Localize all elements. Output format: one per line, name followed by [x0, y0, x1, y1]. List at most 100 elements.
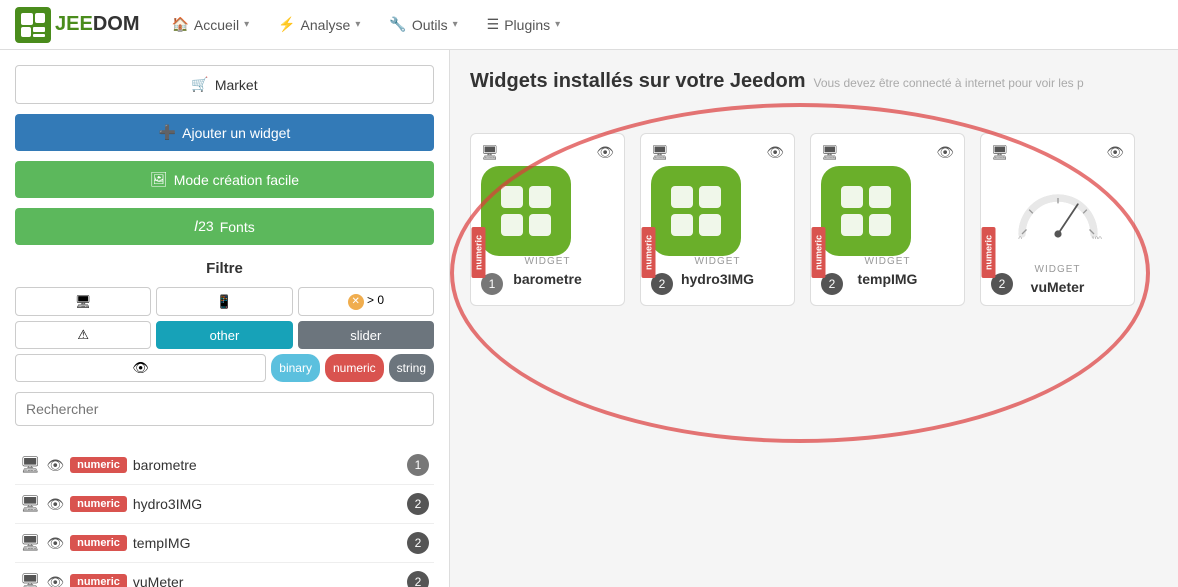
- count-badge: 1: [407, 454, 429, 476]
- main-content: Widgets installés sur votre Jeedom Vous …: [450, 50, 1178, 587]
- brand-logo[interactable]: JEEDOM: [15, 7, 139, 43]
- filter-mobile-button[interactable]: 📱: [156, 287, 292, 316]
- card-type-label: WIDGET: [821, 256, 954, 267]
- filter-monitor-button[interactable]: 🖥: [15, 287, 151, 316]
- numeric-badge: numeric: [642, 227, 656, 278]
- outils-icon: 🔧: [389, 16, 406, 33]
- plus-icon: ➕: [159, 124, 176, 141]
- nav-plugins[interactable]: ☰ Plugins ▾: [475, 8, 573, 41]
- widget-card-vumeter[interactable]: 🖥 👁 numeric: [980, 133, 1135, 306]
- widget-icon-green: [651, 166, 741, 256]
- mode-creation-button[interactable]: 🖼 Mode création facile: [15, 161, 434, 198]
- logo-icon: [15, 7, 51, 43]
- caret-icon: ▾: [453, 19, 458, 30]
- nav-accueil[interactable]: 🏠 Accueil ▾: [159, 8, 261, 41]
- eye-filter-icon: 👁: [132, 360, 149, 376]
- svg-text:100: 100: [1091, 236, 1102, 239]
- card-top-icons: 🖥 👁: [991, 144, 1124, 161]
- other-label: other: [210, 328, 240, 343]
- market-button[interactable]: 🛒 Market: [15, 65, 434, 104]
- widget-icon-green: [821, 166, 911, 256]
- card-monitor-icon: 🖥: [991, 144, 1009, 161]
- card-type-label: WIDGET: [651, 256, 784, 267]
- list-item: 🖥 👁 numeric tempIMG 2: [15, 524, 434, 563]
- filter-string-button[interactable]: string: [389, 354, 434, 382]
- brand-text: JEEDOM: [55, 13, 139, 36]
- card-eye-icon: 👁: [936, 144, 954, 161]
- nav-analyse[interactable]: ⚡ Analyse ▾: [266, 8, 372, 41]
- count-badge: 2: [407, 493, 429, 515]
- type-badge: numeric: [70, 574, 127, 587]
- widget-name: tempIMG: [133, 535, 401, 551]
- type-badge: numeric: [70, 535, 127, 551]
- fonts-icon: 𝐼23: [194, 218, 213, 235]
- string-label: string: [397, 361, 426, 375]
- monitor-icon: 🖥: [20, 533, 40, 553]
- add-widget-button[interactable]: ➕ Ajouter un widget: [15, 114, 434, 151]
- caret-icon: ▾: [244, 19, 249, 30]
- filter-warning-button[interactable]: ⚠: [15, 321, 151, 349]
- slider-label: slider: [350, 328, 381, 343]
- plugins-icon: ☰: [487, 16, 500, 33]
- mode-creation-label: Mode création facile: [174, 172, 299, 188]
- nav-items: 🏠 Accueil ▾ ⚡ Analyse ▾ 🔧 Outils ▾ ☰ Plu…: [159, 8, 572, 41]
- page-layout: 🛒 Market ➕ Ajouter un widget 🖼 Mode créa…: [0, 50, 1178, 587]
- count-badge: 2: [407, 532, 429, 554]
- eye-icon: 👁: [46, 535, 64, 552]
- widget-cards: 🖥 👁 numeric WIDGET barometre 1: [470, 133, 1158, 306]
- nav-accueil-label: Accueil: [194, 17, 239, 33]
- numeric-badge: numeric: [982, 227, 996, 278]
- filter-x-button[interactable]: ✕ > 0: [298, 287, 434, 316]
- svg-text:0: 0: [1018, 236, 1022, 239]
- widget-card-hydro3img[interactable]: 🖥 👁 numeric WIDGET hydro3IMG 2: [640, 133, 795, 306]
- nav-outils-label: Outils: [412, 17, 448, 33]
- widget-icon-green: [481, 166, 571, 256]
- nav-outils[interactable]: 🔧 Outils ▾: [377, 8, 469, 41]
- eye-icon: 👁: [46, 457, 64, 474]
- eye-icon: 👁: [46, 496, 64, 513]
- monitor-icon: 🖥: [20, 572, 40, 587]
- numeric-badge: numeric: [472, 227, 486, 278]
- monitor-icon: 🖥: [20, 455, 40, 475]
- card-eye-icon: 👁: [766, 144, 784, 161]
- widget-card-barometre[interactable]: 🖥 👁 numeric WIDGET barometre 1: [470, 133, 625, 306]
- caret-icon: ▾: [355, 19, 360, 30]
- filter-x-label: ✕ > 0: [348, 293, 384, 310]
- monitor-icon: 🖥: [20, 494, 40, 514]
- numeric-label: numeric: [333, 361, 376, 375]
- market-label: Market: [215, 77, 258, 93]
- image-icon: 🖼: [150, 171, 168, 188]
- page-title: Widgets installés sur votre Jeedom: [470, 70, 805, 93]
- card-monitor-icon: 🖥: [821, 144, 839, 161]
- filter-numeric-button[interactable]: numeric: [325, 354, 384, 382]
- card-top-icons: 🖥 👁: [481, 144, 614, 161]
- type-badge: numeric: [70, 457, 127, 473]
- widget-name: hydro3IMG: [133, 496, 401, 512]
- nav-plugins-label: Plugins: [504, 17, 550, 33]
- card-eye-icon: 👁: [596, 144, 614, 161]
- filter-other-button[interactable]: other: [156, 321, 292, 349]
- home-icon: 🏠: [171, 16, 188, 33]
- filter-slider-button[interactable]: slider: [298, 321, 434, 349]
- card-monitor-icon: 🖥: [481, 144, 499, 161]
- widget-name: barometre: [133, 457, 401, 473]
- widget-card-tempimg[interactable]: 🖥 👁 numeric WIDGET tempIMG 2: [810, 133, 965, 306]
- card-monitor-icon: 🖥: [651, 144, 669, 161]
- page-subtitle: Vous devez être connecté à internet pour…: [813, 76, 1083, 90]
- card-top-icons: 🖥 👁: [821, 144, 954, 161]
- speedometer-icon: 0 100: [1013, 166, 1103, 256]
- filter-grid: 🖥 📱 ✕ > 0 ⚠ other: [15, 287, 434, 382]
- filter-row-3: 👁 binary numeric string: [15, 354, 434, 382]
- analyse-icon: ⚡: [278, 16, 295, 33]
- card-type-label: WIDGET: [991, 264, 1124, 275]
- filter-eye-button[interactable]: 👁: [15, 354, 266, 382]
- filter-binary-button[interactable]: binary: [271, 354, 320, 382]
- card-type-label: WIDGET: [481, 256, 614, 267]
- fonts-button[interactable]: 𝐼23 Fonts: [15, 208, 434, 245]
- navbar: JEEDOM 🏠 Accueil ▾ ⚡ Analyse ▾ 🔧 Outils …: [0, 0, 1178, 50]
- search-input[interactable]: [15, 392, 434, 426]
- list-item: 🖥 👁 numeric barometre 1: [15, 446, 434, 485]
- sidebar: 🛒 Market ➕ Ajouter un widget 🖼 Mode créa…: [0, 50, 450, 587]
- widget-name: vuMeter: [133, 574, 401, 587]
- card-top-icons: 🖥 👁: [651, 144, 784, 161]
